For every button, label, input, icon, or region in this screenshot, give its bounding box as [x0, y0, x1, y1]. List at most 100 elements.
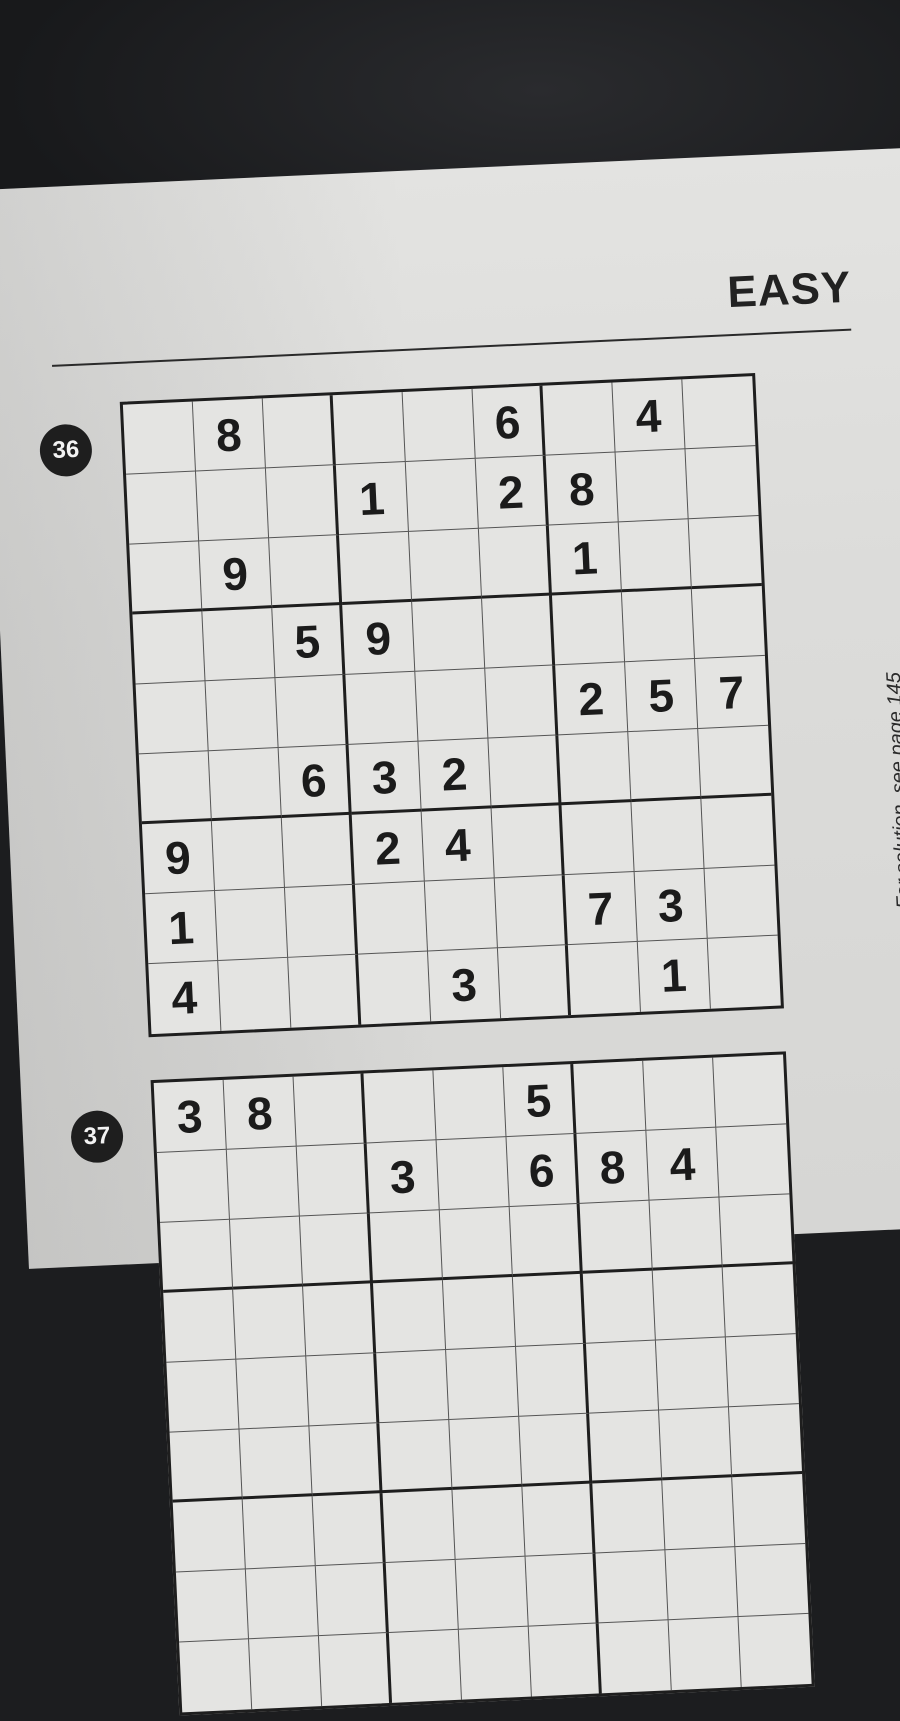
sudoku-cell: 8	[223, 1076, 297, 1150]
sudoku-cell: 9	[141, 821, 216, 895]
sudoku-cell: 1	[637, 938, 711, 1012]
sudoku-cell: 6	[506, 1133, 580, 1208]
sudoku-cell	[452, 1486, 526, 1560]
sudoku-cell	[211, 817, 285, 892]
sudoku-cell	[558, 732, 632, 806]
sudoku-cell	[585, 1340, 660, 1414]
sudoku-cell	[685, 446, 759, 520]
sudoku-cell	[281, 814, 355, 888]
sudoku-cell: 5	[625, 659, 699, 733]
sudoku-cell	[485, 665, 559, 739]
sudoku-cell	[582, 1270, 656, 1344]
sudoku-cell	[179, 1639, 253, 1713]
sudoku-cell	[478, 525, 552, 599]
sudoku-grid-37: 3853684	[150, 1051, 815, 1716]
sudoku-cell	[488, 735, 562, 809]
sudoku-cell	[598, 1620, 672, 1694]
sudoku-cell	[494, 875, 568, 949]
puzzle-book-page: EASY 36 8641289159257632924173431 37 385…	[0, 145, 900, 1716]
sudoku-cell: 3	[634, 868, 708, 942]
sudoku-cell	[385, 1559, 459, 1633]
sudoku-cell	[525, 1553, 599, 1627]
sudoku-cell	[135, 681, 209, 755]
sudoku-cell	[163, 1289, 237, 1363]
sudoku-cell	[497, 945, 572, 1019]
sudoku-cell: 4	[148, 960, 222, 1035]
sudoku-cell	[509, 1203, 583, 1277]
solution-note: For solution, see page 145	[882, 671, 900, 910]
sudoku-cell	[265, 465, 340, 539]
sudoku-cell	[446, 1346, 520, 1420]
sudoku-cell	[372, 1280, 447, 1354]
sudoku-cell	[218, 957, 292, 1031]
sudoku-cell: 6	[472, 385, 546, 459]
sudoku-cell	[528, 1623, 602, 1697]
sudoku-cell	[345, 671, 419, 745]
sudoku-cell: 7	[695, 655, 769, 729]
sudoku-cell	[408, 528, 483, 602]
sudoku-cell	[205, 678, 279, 752]
sudoku-cell	[732, 1474, 806, 1548]
sudoku-cell	[126, 471, 200, 545]
sudoku-cell: 3	[428, 948, 502, 1022]
sudoku-cell: 3	[348, 741, 422, 815]
sudoku-cell: 2	[351, 811, 425, 885]
sudoku-cell	[402, 388, 476, 462]
sudoku-cell: 1	[335, 461, 409, 536]
sudoku-cell	[284, 884, 359, 958]
sudoku-cell	[436, 1137, 510, 1211]
sudoku-cell	[412, 598, 486, 672]
sudoku-cell	[315, 1563, 389, 1637]
sudoku-cell: 4	[646, 1127, 720, 1201]
sudoku-cell	[649, 1197, 723, 1271]
sudoku-cell: 6	[278, 744, 352, 818]
sudoku-cell	[662, 1477, 736, 1551]
sudoku-cell	[728, 1404, 803, 1478]
sudoku-cell	[169, 1429, 243, 1503]
sudoku-cell	[551, 592, 626, 666]
sudoku-cell: 5	[503, 1063, 577, 1138]
sudoku-cell: 8	[192, 398, 266, 472]
sudoku-cell	[491, 805, 565, 879]
sudoku-cell	[376, 1350, 450, 1424]
sudoku-cell	[226, 1146, 300, 1220]
sudoku-cell	[652, 1267, 726, 1341]
sudoku-cell	[449, 1416, 523, 1490]
sudoku-cell	[160, 1219, 234, 1293]
sudoku-cell	[519, 1413, 593, 1487]
sudoku-cell	[579, 1200, 653, 1274]
sudoku-cell	[621, 589, 696, 663]
sudoku-cell	[615, 449, 689, 523]
sudoku-cell	[573, 1060, 647, 1134]
sudoku-cell	[433, 1067, 507, 1141]
sudoku-cell	[739, 1614, 812, 1687]
difficulty-heading: EASY	[726, 262, 853, 318]
sudoku-cell	[138, 751, 212, 825]
sudoku-cell: 8	[545, 452, 619, 526]
sudoku-cell: 8	[576, 1130, 650, 1204]
sudoku-cell	[643, 1057, 717, 1131]
sudoku-cell	[735, 1543, 809, 1618]
sudoku-cell: 2	[555, 662, 629, 736]
sudoku-cell: 4	[421, 808, 495, 882]
sudoku-cell	[713, 1054, 787, 1128]
sudoku-cell	[631, 798, 705, 873]
sudoku-cell	[318, 1632, 393, 1707]
sudoku-cell	[708, 936, 781, 1009]
sudoku-cell	[424, 878, 498, 952]
sudoku-cell	[229, 1216, 304, 1290]
sudoku-cell: 1	[145, 891, 219, 965]
sudoku-cell	[567, 941, 641, 1016]
sudoku-cell	[249, 1636, 323, 1710]
sudoku-cell	[458, 1626, 532, 1700]
sudoku-cell	[288, 954, 362, 1028]
sudoku-cell	[293, 1073, 367, 1147]
sudoku-cell: 2	[418, 738, 492, 812]
sudoku-cell	[242, 1496, 316, 1570]
sudoku-cell	[682, 376, 756, 450]
sudoku-cell: 3	[366, 1140, 440, 1214]
sudoku-cell	[595, 1550, 669, 1624]
sudoku-cell	[245, 1566, 319, 1640]
sudoku-cell	[665, 1547, 739, 1621]
sudoku-cell	[516, 1343, 590, 1417]
